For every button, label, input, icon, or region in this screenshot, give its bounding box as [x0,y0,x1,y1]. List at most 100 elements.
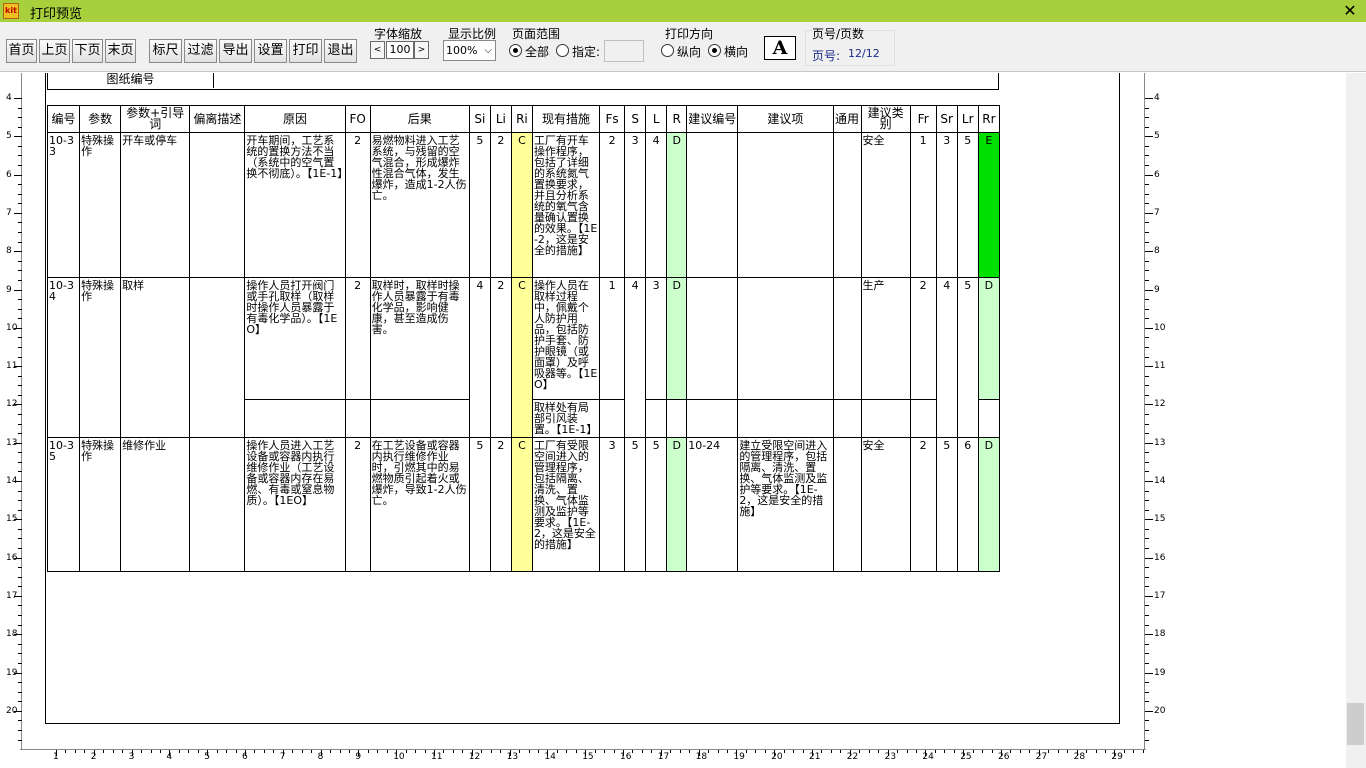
landscape-radio[interactable] [708,44,721,57]
ruler-button[interactable]: 标尺 [149,39,182,63]
ruler-tick [689,750,691,753]
ruler-tick [1145,184,1149,186]
ruler-tick [963,750,965,756]
column-header: Ri [510,105,533,133]
cell-fr: 1 [909,132,937,278]
ruler-tick [93,750,95,756]
ruler-tick [462,750,464,753]
range-specify-input[interactable] [604,40,644,62]
cell-s: 4 [624,277,647,438]
ruler-label: 14 [1154,476,1166,486]
cell-empty [977,399,1001,438]
exit-button[interactable]: 退出 [324,39,357,63]
cell-deviation [189,437,246,572]
column-header: 建议类别 [860,105,911,133]
ruler-tick [1145,136,1153,138]
ruler-tick [1145,366,1153,368]
column-header: Fr [909,105,937,133]
ruler-tick [1145,117,1149,119]
cell-rec-no: 10-24 [686,437,739,572]
ruler-tick [1145,682,1149,684]
ruler-label: 5 [6,131,12,142]
ruler-tick [1145,624,1149,626]
settings-button[interactable]: 设置 [254,39,287,63]
ruler-tick [18,576,22,578]
ruler-tick [972,750,974,753]
ruler-tick [14,672,22,674]
ruler-tick [18,720,22,722]
display-ratio-select[interactable]: 100% ⌵ [443,40,496,61]
first-page-button[interactable]: 首页 [6,39,37,63]
ruler-tick [273,750,275,753]
cell-category: 安全 [860,132,911,278]
ruler-tick [698,750,700,756]
ruler-tick [311,750,313,753]
column-header: FO [344,105,371,133]
ruler-tick [178,750,180,753]
last-page-button[interactable]: 末页 [105,39,136,63]
filter-button[interactable]: 过滤 [184,39,217,63]
cell-sr: 3 [935,132,958,278]
cell-fo: 2 [344,437,371,572]
scrollbar-thumb[interactable] [1347,703,1364,745]
pages-title: 页号/页数 [812,27,865,41]
ruler-label: 13 [506,752,519,762]
ruler-tick [1145,232,1149,234]
print-preview-area: 4 5 6 7 8 9 10 11 12 13 14 15 16 17 18 19 20 4 5 6 7 8 9 10 11 1… [0,73,1366,768]
cell-general [832,437,862,572]
cell-empty [344,399,371,438]
vertical-scrollbar[interactable] [1346,73,1366,768]
cell-s: 3 [624,132,647,278]
range-all-radio[interactable] [509,44,522,57]
ruler-tick [1145,165,1149,167]
ruler-label: 22 [846,752,859,762]
ruler-tick [991,750,993,753]
print-button[interactable]: 打印 [289,39,322,63]
ruler-tick [434,750,435,756]
ruler-tick [14,595,22,597]
portrait-radio[interactable] [661,44,674,57]
ruler-tick [1145,203,1149,205]
ruler-tick [1142,750,1144,753]
ruler-tick [1145,586,1149,588]
ruler-tick [415,750,417,753]
ruler-tick [18,605,22,607]
ruler-tick [1145,471,1149,473]
export-button[interactable]: 导出 [219,39,252,63]
zoom-up-button[interactable]: > [414,41,429,59]
ruler-tick [1145,270,1149,272]
prev-page-button[interactable]: 上页 [39,39,70,63]
cell-s: 5 [624,437,647,572]
ruler-tick [1145,662,1149,664]
ruler-tick [830,750,832,753]
ruler-tick [1145,653,1149,655]
next-page-button[interactable]: 下页 [72,39,103,63]
range-specify-radio[interactable] [556,44,569,57]
cell-r: D [666,132,688,278]
range-specify-label: 指定: [572,45,601,59]
zoom-down-button[interactable]: < [370,41,385,59]
ruler-tick [122,750,124,753]
range-all-label: 全部 [525,45,550,59]
ruler-tick [594,750,596,753]
ruler-tick [613,750,615,753]
ruler-tick [1145,394,1149,396]
ruler-tick [330,750,332,753]
column-header: 参数 [79,105,122,133]
ruler-tick [934,750,936,753]
ruler-tick [1145,404,1153,406]
ruler-label: 8 [1154,246,1160,257]
zoom-value-field[interactable]: 100 [386,41,414,59]
ruler-tick [226,750,228,753]
ruler-tick [1145,442,1153,444]
close-button[interactable]: ✕ [1340,1,1360,21]
ruler-tick [18,528,22,530]
cell-rr: D [977,437,1001,572]
font-scale-title: 字体缩放 [374,27,423,41]
font-icon[interactable]: A [764,36,796,60]
column-header: 建议编号 [686,105,739,133]
ruler-tick [339,750,341,753]
cell-guide: 取样 [120,277,191,438]
ruler-tick [216,750,218,753]
ruler-tick [112,750,114,753]
